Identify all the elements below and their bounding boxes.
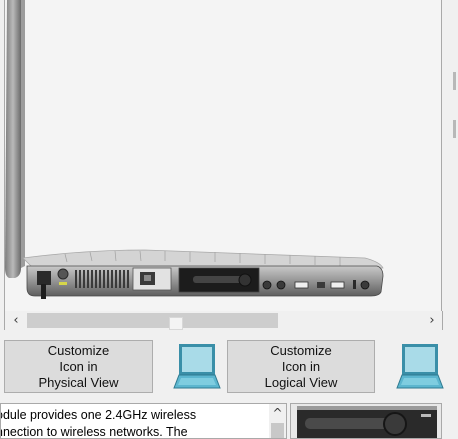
laptop-side-view — [5, 0, 384, 299]
description-line: odule provides one 2.4GHz wireless — [0, 408, 197, 422]
power-port — [37, 271, 51, 285]
usb-port — [294, 281, 309, 289]
button-label-line: Customize — [270, 342, 332, 358]
customize-physical-icon-button[interactable]: Customize Icon in Physical View — [4, 340, 153, 393]
scroll-left-arrow[interactable]: ‹ — [7, 311, 25, 330]
scrollbar-thumb[interactable] — [271, 423, 284, 438]
audio-jack — [262, 280, 272, 290]
scrollbar-thumb[interactable] — [169, 317, 183, 330]
physical-device-viewport[interactable] — [4, 0, 442, 312]
customize-logical-icon-button[interactable]: Customize Icon in Logical View — [227, 340, 375, 393]
scroll-right-arrow[interactable]: › — [423, 311, 441, 330]
right-edge — [446, 0, 458, 437]
laptop-icon — [396, 344, 444, 389]
wireless-module-image — [297, 406, 437, 438]
button-label-line: Physical View — [38, 374, 119, 390]
scrollbar-track[interactable] — [27, 313, 278, 330]
button-label-line: Icon in — [281, 358, 321, 374]
button-label-line: Logical View — [264, 374, 338, 390]
scroll-up-arrow[interactable]: ^ — [269, 405, 286, 420]
module-image — [290, 403, 442, 439]
laptop-icon — [173, 344, 221, 389]
button-label-line: Customize — [47, 342, 110, 358]
horizontal-scrollbar[interactable]: ‹ › — [4, 311, 443, 330]
module-description[interactable]: odule provides one 2.4GHz wireless nnect… — [0, 403, 287, 439]
description-text: odule provides one 2.4GHz wireless nnect… — [0, 407, 266, 438]
description-scrollbar[interactable]: ^ — [269, 404, 286, 438]
edge-mark — [453, 120, 456, 138]
laptop-lid — [5, 0, 21, 278]
button-label-line: Icon in — [59, 358, 98, 374]
edge-mark — [453, 72, 456, 90]
